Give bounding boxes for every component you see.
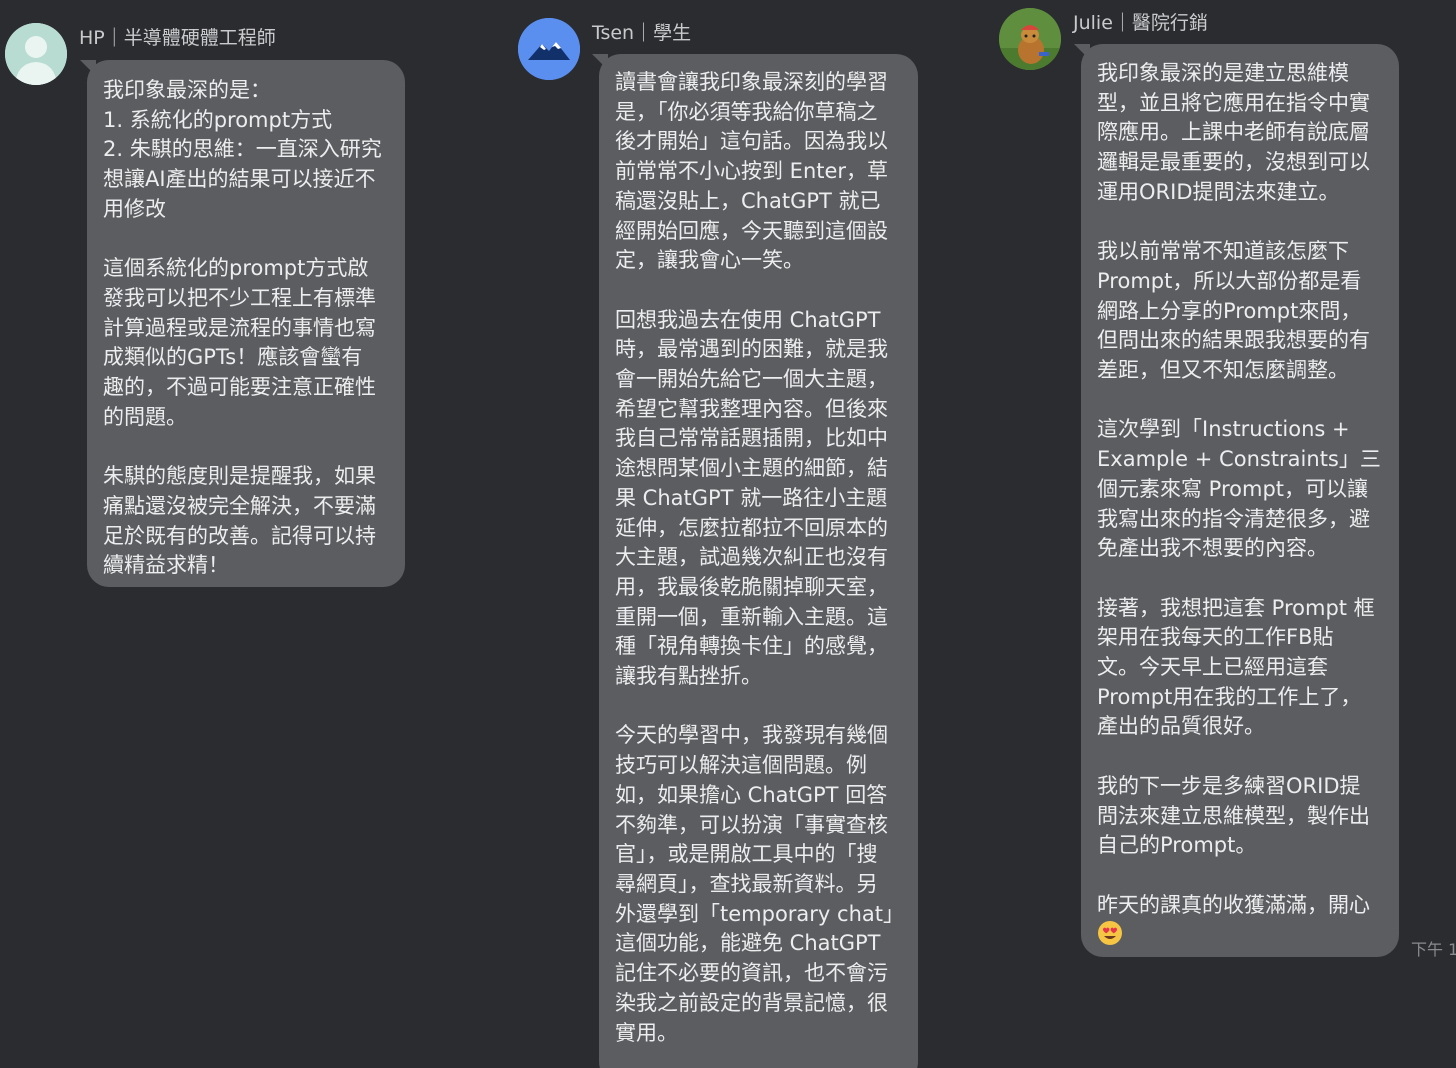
avatar-julie[interactable] bbox=[999, 8, 1061, 70]
message-bubble[interactable]: 讀書會讓我印象最深刻的學習 是，「你必須等我給你草稿之 後才開始」這句話。因為我… bbox=[599, 54, 918, 1068]
default-user-icon bbox=[5, 23, 67, 85]
message-bubble[interactable]: 我印象最深的是： 1. 系統化的prompt方式 2. 朱騏的思維：一直深入研究… bbox=[87, 60, 405, 587]
mountain-icon bbox=[518, 18, 580, 80]
sender-name: HP｜半導體硬體工程師 bbox=[79, 27, 276, 49]
message-text: 讀書會讓我印象最深刻的學習 是，「你必須等我給你草稿之 後才開始」這句話。因為我… bbox=[615, 70, 904, 1045]
message-timestamp: 下午 1 bbox=[1411, 940, 1456, 959]
heart-eyes-emoji bbox=[1097, 920, 1123, 946]
avatar-hp[interactable] bbox=[5, 23, 67, 85]
avatar-tsen[interactable] bbox=[518, 18, 580, 80]
message-bubble[interactable]: 我印象最深的是建立思維模 型，並且將它應用在指令中實 際應用。上課中老師有說底層… bbox=[1081, 44, 1399, 957]
chat-screen: HP｜半導體硬體工程師 我印象最深的是： 1. 系統化的prompt方式 2. … bbox=[0, 0, 1456, 1068]
sender-name: Julie｜醫院行銷 bbox=[1073, 12, 1208, 34]
dog-photo-icon bbox=[999, 8, 1061, 70]
sender-name: Tsen｜學生 bbox=[592, 22, 692, 44]
message-text: 我印象最深的是建立思維模 型，並且將它應用在指令中實 際應用。上課中老師有說底層… bbox=[1097, 59, 1385, 950]
message-text-body: 我印象最深的是建立思維模 型，並且將它應用在指令中實 際應用。上課中老師有說底層… bbox=[1097, 61, 1381, 917]
message-text: 我印象最深的是： 1. 系統化的prompt方式 2. 朱騏的思維：一直深入研究… bbox=[103, 78, 382, 578]
